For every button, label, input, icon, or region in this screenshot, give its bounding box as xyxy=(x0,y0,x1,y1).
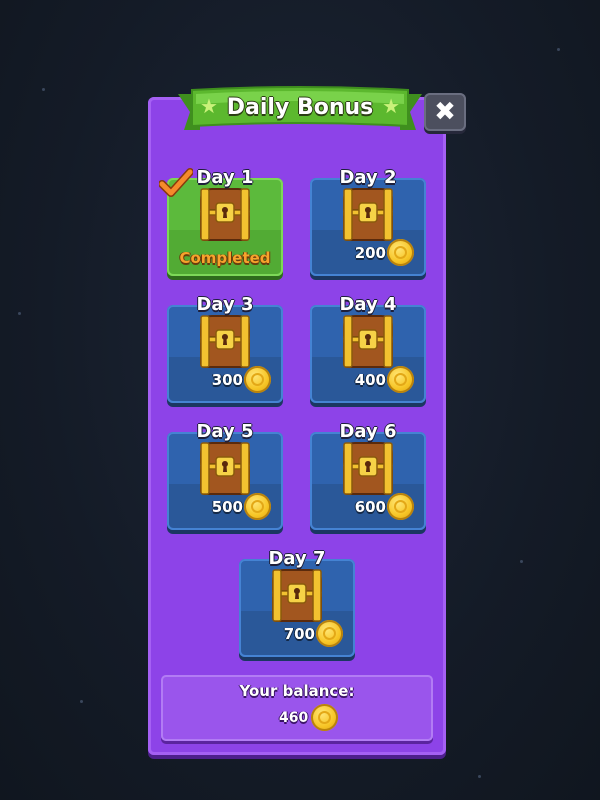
close-button[interactable]: ✖ xyxy=(424,93,466,131)
page-title: Daily Bonus xyxy=(226,95,374,120)
reward-amount: 600 xyxy=(354,497,386,516)
coin-icon xyxy=(387,366,414,393)
reward-amount: 200 xyxy=(354,243,386,262)
day-card-7[interactable]: Day 7 700 xyxy=(239,548,355,657)
coin-icon xyxy=(311,704,339,731)
day-card-2[interactable]: Day 2 200 xyxy=(310,167,426,276)
reward: 700 xyxy=(284,620,343,647)
coin-icon xyxy=(387,493,414,520)
day-label: Day 7 xyxy=(268,548,326,569)
coin-icon xyxy=(316,620,343,647)
balance-value: 460 xyxy=(279,709,309,726)
reward: 500 xyxy=(212,493,271,520)
treasure-chest-icon xyxy=(196,186,254,248)
reward-amount: 300 xyxy=(211,370,243,389)
coin-icon xyxy=(244,366,271,393)
title-ribbon: ★ ★ Daily Bonus xyxy=(178,86,422,136)
day-card-3[interactable]: Day 3 300 xyxy=(167,294,283,403)
day-label: Day 4 xyxy=(339,294,397,315)
day-card-6[interactable]: Day 6 600 xyxy=(310,421,426,530)
day-card-4[interactable]: Day 4 400 xyxy=(310,294,426,403)
day-label: Day 3 xyxy=(196,294,254,315)
day-card-1[interactable]: Day 1 Completed xyxy=(159,167,283,276)
coin-icon xyxy=(387,239,414,266)
coin-icon xyxy=(244,493,271,520)
day-label: Day 5 xyxy=(196,421,254,442)
reward: 400 xyxy=(355,366,414,393)
close-icon: ✖ xyxy=(434,97,456,127)
day-card-5[interactable]: Day 5 500 xyxy=(167,421,283,530)
completed-status: Completed xyxy=(179,249,271,267)
reward: 200 xyxy=(355,239,414,266)
reward-amount: 400 xyxy=(354,370,386,389)
balance-box: Your balance: 460 xyxy=(161,675,433,741)
reward-amount: 500 xyxy=(211,497,243,516)
balance-row: 460 xyxy=(279,704,339,731)
balance-label: Your balance: xyxy=(239,682,355,700)
day-label: Day 2 xyxy=(339,167,397,188)
day-label: Day 6 xyxy=(339,421,397,442)
reward-amount: 700 xyxy=(283,624,315,643)
reward: 600 xyxy=(355,493,414,520)
reward: 300 xyxy=(212,366,271,393)
checkmark-icon xyxy=(159,168,193,197)
